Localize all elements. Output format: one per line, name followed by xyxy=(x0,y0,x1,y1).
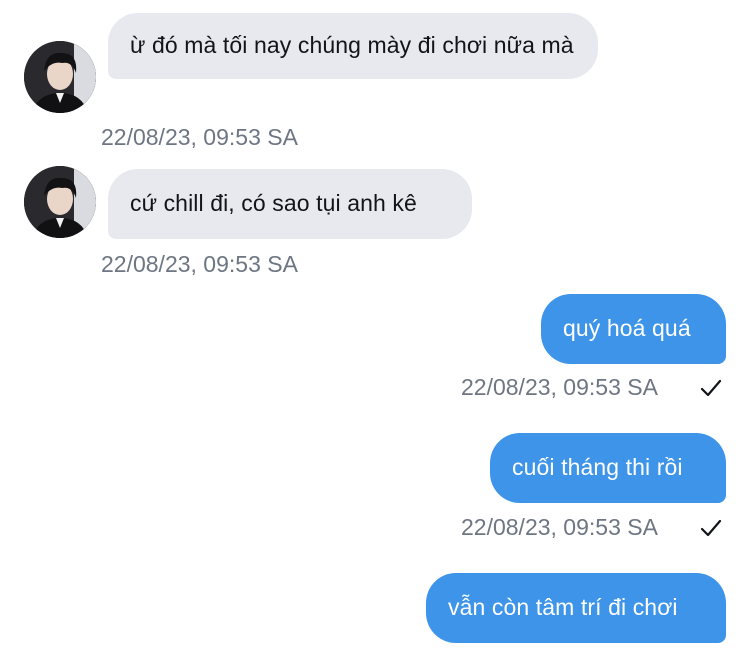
message-timestamp: 22/08/23, 09:53 SA xyxy=(461,374,658,400)
message-text: cứ chill đi, có sao tụi anh kê xyxy=(130,190,417,216)
message-bubble-incoming[interactable]: cứ chill đi, có sao tụi anh kê xyxy=(108,169,472,239)
message-text: ừ đó mà tối nay chúng mày đi chơi nữa mà xyxy=(130,32,574,58)
message-bubble-incoming[interactable]: ừ đó mà tối nay chúng mày đi chơi nữa mà xyxy=(108,13,598,79)
message-bubble-outgoing[interactable]: vẫn còn tâm trí đi chơi xyxy=(426,573,726,643)
avatar[interactable] xyxy=(24,41,96,113)
message-timestamp: 22/08/23, 09:53 SA xyxy=(461,514,658,540)
message-timestamp: 22/08/23, 09:53 SA xyxy=(101,124,298,150)
checkmark-icon xyxy=(700,379,722,397)
message-text: cuối tháng thi rồi xyxy=(512,454,683,480)
message-text: vẫn còn tâm trí đi chơi xyxy=(448,594,678,620)
checkmark-icon xyxy=(700,519,722,537)
message-bubble-outgoing[interactable]: cuối tháng thi rồi xyxy=(490,433,726,503)
message-timestamp: 22/08/23, 09:53 SA xyxy=(101,251,298,277)
message-text: quý hoá quá xyxy=(563,315,691,341)
avatar[interactable] xyxy=(24,166,96,238)
message-bubble-outgoing[interactable]: quý hoá quá xyxy=(541,294,726,364)
